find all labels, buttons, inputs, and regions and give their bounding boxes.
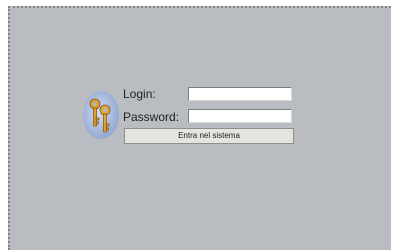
keys-icon xyxy=(83,91,119,139)
login-input[interactable] xyxy=(188,87,292,101)
login-label: Login: xyxy=(123,87,156,101)
password-label: Password: xyxy=(123,110,180,124)
password-input[interactable] xyxy=(188,109,292,123)
login-submit-button[interactable]: Entra nel sistema xyxy=(124,128,294,144)
